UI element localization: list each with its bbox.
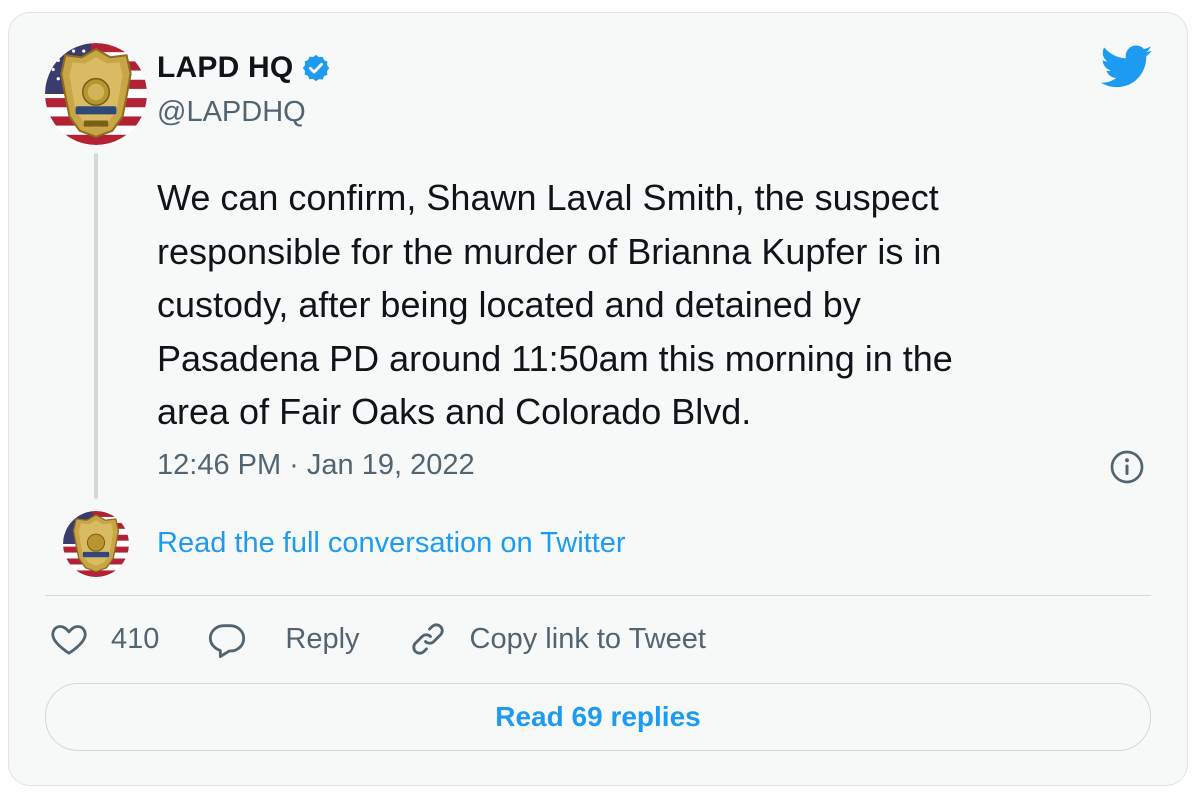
conversation-avatar[interactable] [63, 511, 129, 577]
link-icon [411, 623, 444, 655]
twitter-bird-icon[interactable] [1101, 45, 1153, 89]
tweet-timestamp[interactable]: 12:46 PM · Jan 19, 2022 [157, 449, 475, 482]
tweet-embed-card: LAPD HQ @LAPDHQ We can confirm, Shawn La… [8, 12, 1188, 786]
info-icon[interactable] [1109, 449, 1145, 485]
divider [45, 595, 1151, 596]
read-full-conversation-link[interactable]: Read the full conversation on Twitter [157, 527, 626, 560]
verified-badge-icon [303, 54, 330, 82]
tweet-text: We can confirm, Shawn Laval Smith, the s… [157, 177, 953, 432]
read-replies-button[interactable]: Read 69 replies [45, 683, 1151, 751]
tweet-actions: 410 Reply Copy link to Tweet [49, 617, 754, 661]
reply-button[interactable]: Reply [207, 619, 360, 659]
police-badge-avatar-icon [63, 511, 129, 577]
like-button[interactable]: 410 [49, 619, 159, 659]
speech-bubble-icon [209, 624, 246, 658]
author-name-row[interactable]: LAPD HQ [157, 51, 331, 85]
author-handle[interactable]: @LAPDHQ [157, 96, 306, 129]
police-badge-avatar-icon [45, 43, 147, 145]
copy-link-button[interactable]: Copy link to Tweet [408, 619, 706, 659]
reply-label: Reply [285, 622, 360, 655]
heart-icon [51, 625, 87, 655]
copy-link-label: Copy link to Tweet [469, 622, 706, 655]
like-count: 410 [111, 622, 160, 655]
author-name[interactable]: LAPD HQ [157, 51, 293, 85]
author-avatar[interactable] [45, 43, 147, 145]
thread-line [94, 153, 98, 499]
